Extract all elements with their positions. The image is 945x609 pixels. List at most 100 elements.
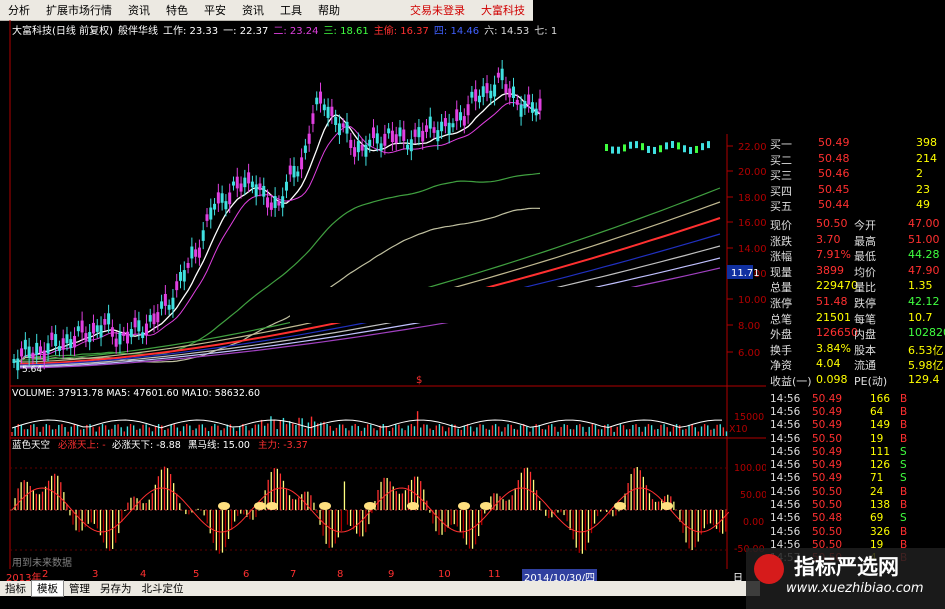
candle-body xyxy=(402,129,406,141)
bid-price: 50.48 xyxy=(818,151,850,165)
price-axis-label: 18.00 xyxy=(738,193,767,204)
tick-volume: 71 xyxy=(870,472,884,485)
stat-row[interactable]: 换手 3.84% 股本 6.53亿 xyxy=(766,342,944,357)
volume-axis: 15000 xyxy=(734,412,764,423)
stat-label: 均价 xyxy=(854,265,876,279)
candle-body xyxy=(84,333,88,341)
tick-price: 50.49 xyxy=(812,419,843,432)
stat-row[interactable]: 总笔 21501 每笔 10.7 xyxy=(766,311,942,326)
bottom-tab[interactable]: 指标 xyxy=(0,581,31,596)
bottom-tab[interactable]: 模板 xyxy=(31,580,64,597)
bid-volume: 214 xyxy=(916,151,937,165)
bid-row[interactable]: 买三 50.46 2 xyxy=(766,167,942,182)
tick-time: 14:56 xyxy=(770,405,801,418)
indicator-label: 必涨天上: - xyxy=(58,439,106,451)
tick-price: 50.50 xyxy=(812,499,843,511)
long-moving-average xyxy=(19,201,721,363)
signal-marker xyxy=(218,502,230,510)
stat-label: 每笔 xyxy=(854,312,876,326)
candle-body xyxy=(617,146,620,154)
indicator-axis-label: 0.00 xyxy=(743,517,764,528)
candle-body xyxy=(23,339,27,350)
candle-body xyxy=(156,312,160,323)
candle-body xyxy=(428,116,432,129)
stat-value: 129.4 xyxy=(908,373,940,386)
candle-body xyxy=(677,142,680,150)
candle-body xyxy=(493,84,497,97)
candle-body xyxy=(689,146,692,154)
month-label: 9 xyxy=(388,569,395,580)
candle-body xyxy=(635,141,638,149)
tick-price: 50.49 xyxy=(812,445,843,458)
stat-row[interactable]: 收益(一) 0.098 PE(动) 129.4 xyxy=(766,373,942,388)
tick-volume: 326 xyxy=(870,525,891,538)
crosshair-marker: $ xyxy=(416,375,422,386)
tick-row: 14:56 50.49 111 S xyxy=(766,446,942,459)
candle-body xyxy=(440,121,444,132)
candle-body xyxy=(409,139,413,152)
candle-body xyxy=(341,123,345,128)
stat-row[interactable]: 现量 3899 均价 47.90 xyxy=(766,264,942,279)
tick-price: 50.50 xyxy=(812,432,843,445)
stat-label: 涨停 xyxy=(770,297,792,310)
month-label: 4 xyxy=(140,569,147,580)
tick-volume: 126 xyxy=(870,459,891,472)
candle-body xyxy=(530,102,534,113)
candle-body xyxy=(474,89,478,102)
candle-body xyxy=(451,123,455,128)
candle-body xyxy=(167,304,171,310)
candle-body xyxy=(171,297,175,310)
candle-body xyxy=(258,183,262,191)
candle-body xyxy=(504,84,508,93)
candle-body xyxy=(315,97,319,105)
bid-row[interactable]: 买一 50.49 398 xyxy=(766,136,942,151)
stat-row[interactable]: 涨幅 7.91% 最低 44.28 xyxy=(766,248,942,263)
stat-label: 股本 xyxy=(854,343,876,357)
candle-body xyxy=(247,172,251,184)
price-axis-label: 8.00 xyxy=(738,321,760,332)
candle-body xyxy=(512,86,516,98)
candle-body xyxy=(496,72,500,78)
volume-axis-unit: X10 xyxy=(729,424,748,435)
tick-price: 50.49 xyxy=(812,472,843,485)
bottom-tab[interactable]: 管理 xyxy=(64,581,95,596)
candle-body xyxy=(65,334,69,344)
stat-row[interactable]: 净资 4.04 流通 5.98亿 xyxy=(766,357,944,372)
tick-side: B xyxy=(900,525,908,538)
tick-side: S xyxy=(900,459,907,472)
bid-row[interactable]: 买五 50.44 49 xyxy=(766,198,942,213)
tick-side: B xyxy=(900,419,908,432)
stat-row[interactable]: 外盘 126650内盘 102820 xyxy=(766,326,945,341)
bid-row[interactable]: 买二 50.48 214 xyxy=(766,152,942,167)
candle-body xyxy=(54,334,58,346)
candle-body xyxy=(421,130,425,142)
candle-body xyxy=(273,196,277,208)
stat-row[interactable]: 涨停 51.48 跌停 42.12 xyxy=(766,295,942,310)
candle-body xyxy=(334,116,338,126)
stat-row[interactable]: 涨跌 3.70 最高 51.00 xyxy=(766,233,942,248)
bottom-tab[interactable]: 北斗定位 xyxy=(137,581,189,596)
candle-body xyxy=(197,247,201,258)
candle-body xyxy=(701,143,704,151)
candle-body xyxy=(254,184,258,197)
tick-volume: 19 xyxy=(870,432,884,445)
bottom-tab[interactable]: 另存为 xyxy=(95,581,137,596)
candle-body xyxy=(368,139,372,147)
candle-body xyxy=(383,133,387,146)
candle-body xyxy=(519,104,523,117)
signal-marker xyxy=(480,502,492,510)
month-label: 10 xyxy=(438,569,451,580)
candle-body xyxy=(38,346,42,353)
bid-volume: 49 xyxy=(916,198,930,212)
quote-panel: 买一 50.49 398 买二 50.48 214 买三 50.46 2 买四 50.45 23 买五 5… xyxy=(766,134,945,564)
stat-row[interactable]: 总量 229470 量比 1.35 xyxy=(766,279,942,294)
candle-body xyxy=(224,201,228,210)
stat-value: 1.35 xyxy=(908,279,933,293)
bid-row[interactable]: 买四 50.45 23 xyxy=(766,183,942,198)
stat-row[interactable]: 现价 50.50 今开 47.00 xyxy=(766,217,942,232)
candle-body xyxy=(319,91,323,104)
tick-time: 14:56 xyxy=(770,525,801,538)
candle-body xyxy=(277,200,281,206)
candle-body xyxy=(266,197,270,208)
tick-time: 14:56 xyxy=(770,472,801,485)
